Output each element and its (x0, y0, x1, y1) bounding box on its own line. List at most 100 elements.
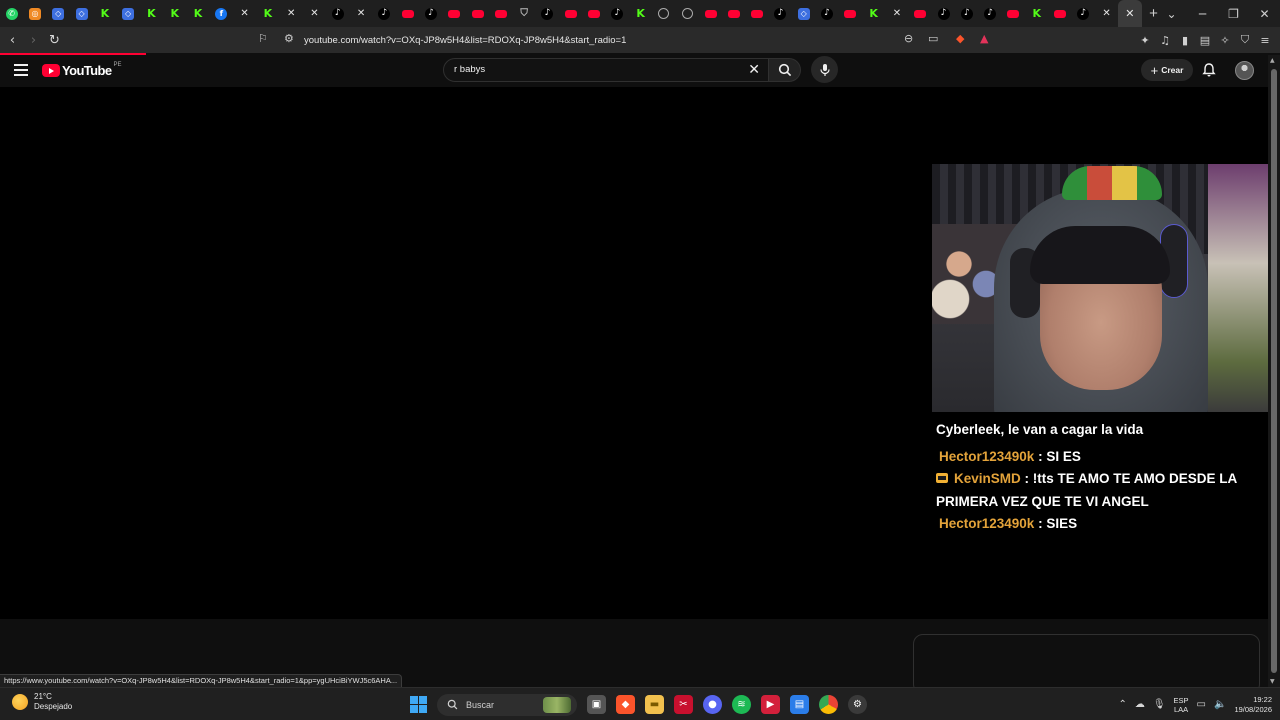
clock[interactable]: 19:22 19/08/2026 (1234, 695, 1272, 715)
media-icon[interactable]: ♫ (1158, 27, 1172, 53)
scroll-down-icon[interactable]: ▼ (1270, 678, 1275, 685)
browser-tab[interactable]: ✕ (349, 0, 372, 27)
video-player[interactable]: Cyberleek, le van a cagar la vida Hector1… (0, 87, 1268, 619)
close-window-button[interactable]: ✕ (1249, 0, 1280, 27)
browser-tab[interactable]: f (210, 0, 233, 27)
browser-tab[interactable] (722, 0, 745, 27)
leo-ai-icon[interactable]: ✧ (1218, 27, 1232, 53)
chrome-icon[interactable] (819, 695, 838, 714)
browser-tab[interactable] (466, 0, 489, 27)
forward-button[interactable]: › (23, 27, 44, 53)
browser-tab[interactable]: ◇ (116, 0, 139, 27)
browser-tab[interactable] (1002, 0, 1025, 27)
discord-icon[interactable]: ● (703, 695, 722, 714)
browser-tab[interactable]: ♪ (606, 0, 629, 27)
sidebar-icon[interactable]: ▮ (1178, 27, 1192, 53)
extensions-icon[interactable]: ✦ (1138, 27, 1152, 53)
scroll-thumb[interactable] (1271, 69, 1277, 673)
browser-tab[interactable]: K (186, 0, 209, 27)
chevron-up-icon[interactable]: ⌃ (1118, 699, 1126, 710)
browser-tab[interactable]: K (862, 0, 885, 27)
tab-active[interactable]: ✕ (1118, 0, 1142, 27)
voice-search-button[interactable] (811, 56, 838, 83)
browser-tab[interactable]: K (629, 0, 652, 27)
network-icon[interactable]: ▭ (1197, 699, 1206, 710)
volume-icon[interactable]: 🔈 (1214, 699, 1226, 710)
brave-shields-icon[interactable]: ◆ (956, 32, 964, 45)
wallet-icon[interactable]: ▤ (1198, 27, 1212, 53)
browser-tab[interactable] (699, 0, 722, 27)
settings-gear-icon[interactable]: ⚙ (848, 695, 867, 714)
back-button[interactable]: ‹ (2, 27, 23, 53)
minimize-button[interactable]: ─ (1187, 0, 1218, 27)
brave-browser-icon[interactable]: ◆ (616, 695, 635, 714)
browser-tab[interactable]: ◇ (792, 0, 815, 27)
browser-tab[interactable]: K (93, 0, 116, 27)
browser-tab[interactable] (582, 0, 605, 27)
language-indicator[interactable]: ESP LAA (1174, 696, 1189, 714)
bookmark-icon[interactable]: ⚐ (258, 32, 268, 45)
close-icon[interactable]: ✕ (1125, 7, 1134, 20)
onedrive-icon[interactable]: ☁ (1135, 699, 1145, 710)
account-avatar[interactable] (1235, 61, 1254, 80)
clear-search-icon[interactable]: ✕ (748, 62, 760, 78)
notifications-bell-icon[interactable] (1201, 62, 1217, 78)
browser-tab[interactable]: ♪ (1072, 0, 1095, 27)
browser-tab[interactable]: ✆ (0, 0, 23, 27)
file-explorer-icon[interactable]: ▬ (645, 695, 664, 714)
reload-button[interactable]: ↻ (44, 27, 65, 53)
browser-tab[interactable]: K (140, 0, 163, 27)
search-button[interactable] (769, 58, 801, 82)
create-button[interactable]: + Crear (1141, 59, 1193, 81)
cast-icon[interactable]: ▭ (928, 32, 938, 45)
app-red-icon[interactable]: ▶ (761, 695, 780, 714)
browser-tab[interactable]: ✕ (303, 0, 326, 27)
browser-tab[interactable]: ✕ (885, 0, 908, 27)
browser-tab[interactable]: ♪ (978, 0, 1001, 27)
browser-tab[interactable]: ✕ (280, 0, 303, 27)
search-input[interactable]: r babys ✕ (443, 58, 769, 82)
taskbar-search[interactable]: Buscar (437, 693, 577, 716)
brave-rewards-icon[interactable]: ▲ (980, 32, 988, 45)
browser-tab[interactable]: ♪ (326, 0, 349, 27)
guide-menu-icon[interactable] (14, 64, 28, 76)
browser-tab[interactable]: ♪ (955, 0, 978, 27)
notepad-icon[interactable]: ▤ (790, 695, 809, 714)
browser-tab[interactable] (909, 0, 932, 27)
browser-tab[interactable]: ✕ (1095, 0, 1118, 27)
spotify-icon[interactable]: ≋ (732, 695, 751, 714)
tab-search-icon[interactable]: ⌄ (1156, 0, 1187, 27)
browser-tab[interactable]: K (1025, 0, 1048, 27)
menu-icon[interactable]: ≡ (1258, 27, 1272, 53)
browser-tab[interactable]: ◇ (47, 0, 70, 27)
start-button[interactable] (410, 696, 427, 713)
browser-tab[interactable] (1048, 0, 1071, 27)
browser-tab[interactable]: ✕ (233, 0, 256, 27)
page-scrollbar[interactable]: ▲ ▼ (1268, 55, 1280, 687)
browser-tab[interactable] (489, 0, 512, 27)
browser-tab[interactable]: K (163, 0, 186, 27)
browser-tab[interactable]: ♪ (932, 0, 955, 27)
vpn-icon[interactable]: ⛉ (1238, 27, 1252, 53)
browser-tab[interactable]: ♪ (769, 0, 792, 27)
youtube-logo[interactable]: YouTube PE (42, 62, 122, 78)
search-query[interactable]: r babys (454, 64, 485, 75)
browser-tab[interactable]: ♪ (419, 0, 442, 27)
task-view-icon[interactable]: ▣ (587, 695, 606, 714)
browser-tab[interactable]: ♪ (373, 0, 396, 27)
recommendation-card[interactable] (913, 634, 1260, 694)
browser-tab[interactable]: ♪ (815, 0, 838, 27)
browser-tab[interactable]: ♪ (536, 0, 559, 27)
browser-tab[interactable] (652, 0, 675, 27)
browser-tab[interactable] (676, 0, 699, 27)
browser-tab[interactable] (839, 0, 862, 27)
zoom-icon[interactable]: ⊖ (904, 32, 913, 45)
maximize-button[interactable]: ❐ (1218, 0, 1249, 27)
browser-tab[interactable]: K (256, 0, 279, 27)
browser-tab[interactable]: ◎ (23, 0, 46, 27)
url-text[interactable]: youtube.com/watch?v=OXq-JP8w5H4&list=RDO… (304, 35, 626, 46)
microphone-icon[interactable]: 🎙 (1153, 699, 1166, 710)
browser-tab[interactable] (559, 0, 582, 27)
weather-widget[interactable]: 21°C Despejado (12, 692, 72, 712)
address-bar[interactable]: ⚐ ⚙ youtube.com/watch?v=OXq-JP8w5H4&list… (252, 30, 1000, 50)
